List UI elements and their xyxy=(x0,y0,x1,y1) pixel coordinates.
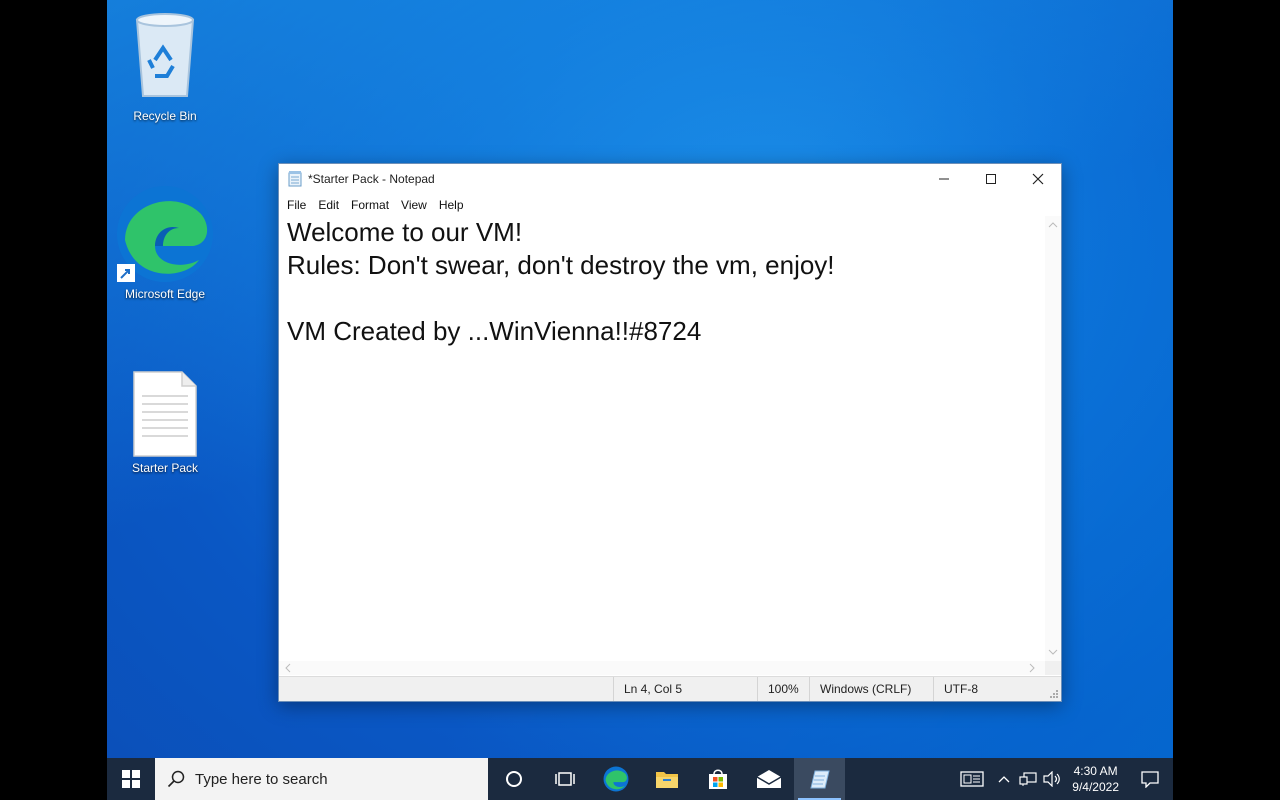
taskbar-file-explorer-button[interactable] xyxy=(641,758,692,800)
title-bar[interactable]: *Starter Pack - Notepad xyxy=(279,164,1061,194)
desktop: Recycle Bin Microsoft Edge Starter Pack xyxy=(107,0,1173,800)
status-line-ending: Windows (CRLF) xyxy=(809,677,932,701)
search-icon xyxy=(167,770,185,788)
scroll-down-icon xyxy=(1048,649,1058,655)
desktop-icon-label: Microsoft Edge xyxy=(124,287,206,301)
action-center-button[interactable] xyxy=(1127,758,1173,800)
scroll-corner xyxy=(1045,661,1061,675)
status-zoom: 100% xyxy=(757,677,808,701)
scroll-left-icon xyxy=(285,663,291,673)
text-editor[interactable]: Welcome to our VM! Rules: Don't swear, d… xyxy=(279,216,1045,661)
close-button[interactable] xyxy=(1014,164,1061,194)
notification-icon xyxy=(1141,771,1159,788)
start-button[interactable] xyxy=(107,758,155,800)
search-placeholder: Type here to search xyxy=(195,770,328,788)
taskbar-notepad-button[interactable] xyxy=(794,758,845,800)
system-tray: 4:30 AM 9/4/2022 xyxy=(952,758,1173,800)
notepad-app-icon xyxy=(288,171,302,187)
menu-help[interactable]: Help xyxy=(433,194,470,216)
scroll-up-icon xyxy=(1048,222,1058,228)
menu-bar: File Edit Format View Help xyxy=(279,194,1061,216)
edge-icon xyxy=(117,186,213,282)
vertical-scrollbar[interactable] xyxy=(1045,216,1061,661)
taskbar-edge-button[interactable] xyxy=(590,758,641,800)
clock-date: 9/4/2022 xyxy=(1072,780,1119,794)
file-explorer-icon xyxy=(655,772,678,788)
minimize-icon xyxy=(938,178,949,180)
taskbar: Type here to search 4:30 AM 9/4/2022 xyxy=(107,758,1173,800)
maximize-icon xyxy=(985,174,996,184)
desktop-icon-edge[interactable]: Microsoft Edge xyxy=(115,184,215,301)
notepad-icon xyxy=(809,770,830,789)
desktop-icon-label: Starter Pack xyxy=(131,461,199,475)
status-position: Ln 4, Col 5 xyxy=(613,677,756,701)
text-line: Welcome to our VM! xyxy=(287,217,523,247)
network-button[interactable] xyxy=(1016,758,1040,800)
chevron-up-icon xyxy=(998,776,1010,783)
store-icon xyxy=(708,769,727,789)
task-view-button[interactable] xyxy=(539,758,590,800)
clock-time: 4:30 AM xyxy=(1073,764,1118,778)
window-title: *Starter Pack - Notepad xyxy=(308,172,435,186)
windows-logo-icon xyxy=(122,770,140,788)
network-icon xyxy=(1019,772,1037,786)
minimize-button[interactable] xyxy=(920,164,967,194)
volume-icon xyxy=(1043,771,1061,787)
horizontal-scrollbar[interactable] xyxy=(279,661,1045,675)
menu-file[interactable]: File xyxy=(281,194,312,216)
resize-grip-icon[interactable] xyxy=(1049,689,1059,699)
text-line: Rules: Don't swear, don't destroy the vm… xyxy=(287,250,835,280)
edge-icon xyxy=(603,766,628,792)
cortana-button[interactable] xyxy=(488,758,539,800)
volume-button[interactable] xyxy=(1040,758,1064,800)
news-button[interactable] xyxy=(952,758,992,800)
mail-icon xyxy=(756,770,781,788)
menu-edit[interactable]: Edit xyxy=(312,194,345,216)
taskbar-mail-button[interactable] xyxy=(743,758,794,800)
taskbar-search-box[interactable]: Type here to search xyxy=(155,758,488,800)
task-view-icon xyxy=(554,772,575,786)
news-icon xyxy=(960,771,984,787)
text-line: VM Created by ...WinVienna!!#8724 xyxy=(287,316,702,346)
desktop-icon-label: Recycle Bin xyxy=(133,109,197,123)
menu-view[interactable]: View xyxy=(395,194,433,216)
cortana-icon xyxy=(505,771,522,787)
clock[interactable]: 4:30 AM 9/4/2022 xyxy=(1064,763,1127,795)
taskbar-store-button[interactable] xyxy=(692,758,743,800)
status-encoding: UTF-8 xyxy=(933,677,1044,701)
notepad-window[interactable]: *Starter Pack - Notepad File Edit Format… xyxy=(278,163,1062,702)
desktop-icon-starter-pack[interactable]: Starter Pack xyxy=(115,370,215,475)
maximize-button[interactable] xyxy=(967,164,1014,194)
status-bar: Ln 4, Col 5 100% Windows (CRLF) UTF-8 xyxy=(279,676,1061,701)
desktop-icon-recycle-bin[interactable]: Recycle Bin xyxy=(115,10,215,123)
text-line xyxy=(279,282,1045,315)
text-file-icon xyxy=(133,371,197,457)
menu-format[interactable]: Format xyxy=(345,194,395,216)
recycle-bin-icon xyxy=(135,13,195,97)
close-icon xyxy=(1032,173,1043,185)
show-hidden-icons-button[interactable] xyxy=(992,758,1016,800)
scroll-right-icon xyxy=(1029,663,1035,673)
